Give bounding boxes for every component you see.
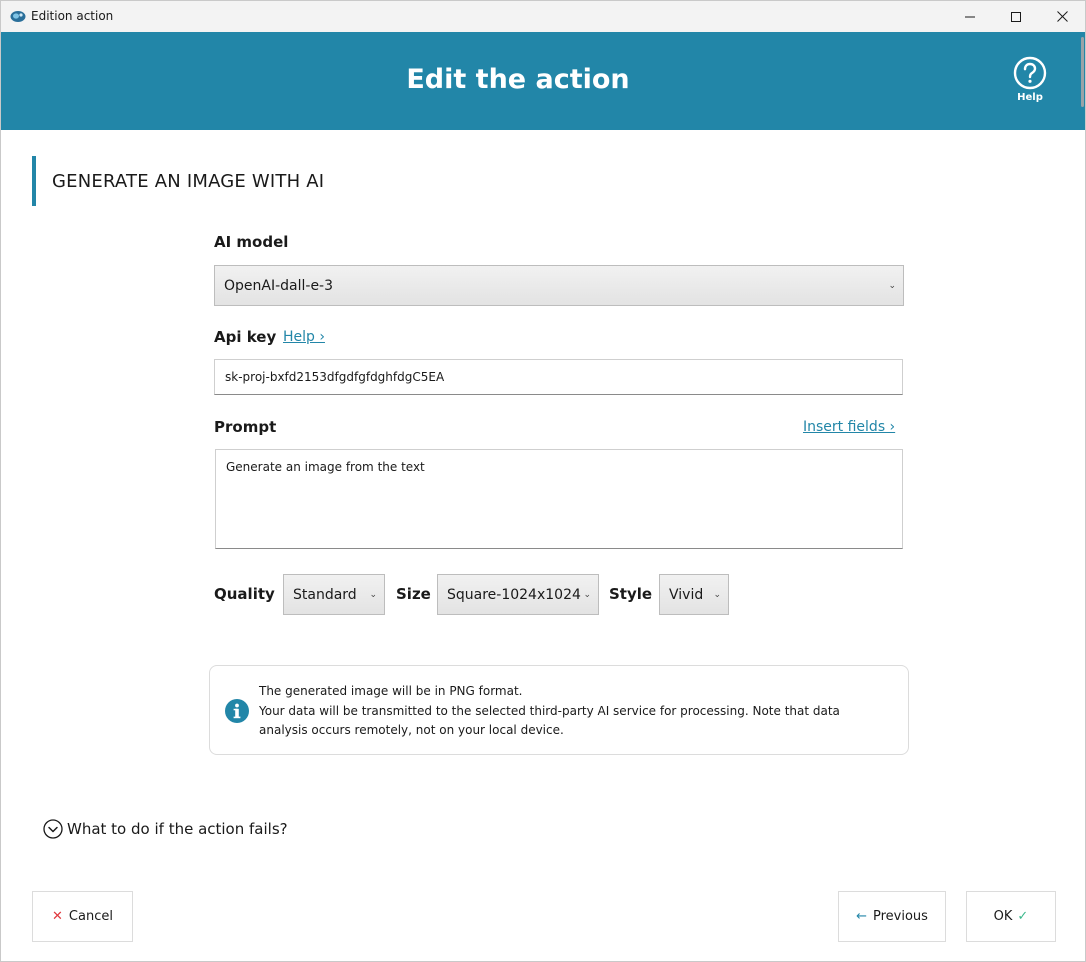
quality-value: Standard <box>293 586 357 603</box>
info-line-format: The generated image will be in PNG forma… <box>259 684 523 698</box>
app-logo-icon <box>10 11 26 22</box>
ai-model-label: AI model <box>214 233 289 251</box>
style-select[interactable]: Vivid ⌄ <box>659 574 729 615</box>
api-key-input[interactable]: sk-proj-bxfd2153dfgdfgfdghfdgC5EA <box>214 359 903 395</box>
help-button-label: Help <box>1017 92 1043 103</box>
page-title: Edit the action <box>406 64 630 95</box>
chevron-down-icon: ⌄ <box>713 589 721 600</box>
action-fails-label: What to do if the action fails? <box>67 820 288 838</box>
prompt-textarea[interactable]: Generate an image from the text <box>215 449 903 549</box>
close-button[interactable] <box>1039 1 1085 32</box>
ai-model-value: OpenAI-dall-e-3 <box>224 277 334 294</box>
api-key-help-link[interactable]: Help › <box>283 329 325 345</box>
insert-fields-link[interactable]: Insert fields › <box>803 419 895 435</box>
previous-button-label: Previous <box>872 909 928 924</box>
minimize-button[interactable] <box>947 1 993 32</box>
section-title: GENERATE AN IMAGE WITH AI <box>52 171 325 192</box>
size-label: Size <box>396 585 431 603</box>
cancel-button[interactable]: ✕ Cancel <box>32 891 133 942</box>
chevron-down-icon: ⌄ <box>583 589 591 600</box>
close-icon: ✕ <box>52 909 63 924</box>
style-label: Style <box>609 585 653 603</box>
close-icon <box>1056 11 1068 22</box>
ok-button[interactable]: OK ✓ <box>966 891 1056 942</box>
ai-model-select[interactable]: OpenAI-dall-e-3 ⌄ <box>214 265 904 306</box>
size-value: Square-1024x1024 <box>447 586 581 603</box>
info-icon <box>225 699 249 723</box>
prompt-label: Prompt <box>214 418 277 436</box>
section-accent-bar <box>32 156 36 206</box>
chevron-down-icon: ⌄ <box>369 589 377 600</box>
previous-button[interactable]: ← Previous <box>838 891 946 942</box>
check-icon: ✓ <box>1017 909 1029 924</box>
title-bar: Edition action <box>1 1 1085 32</box>
cancel-button-label: Cancel <box>68 909 113 924</box>
minimize-icon <box>965 16 975 17</box>
edition-action-window: Edition action Edit the action Help GENE… <box>0 0 1086 962</box>
api-key-label: Api key <box>214 328 277 346</box>
window-title: Edition action <box>31 9 114 23</box>
question-mark-icon <box>1013 56 1047 90</box>
maximize-button[interactable] <box>993 1 1039 32</box>
info-notice: The generated image will be in PNG forma… <box>209 665 909 755</box>
info-line-privacy: Your data will be transmitted to the sel… <box>259 703 840 738</box>
help-button[interactable]: Help <box>1009 56 1051 108</box>
maximize-icon <box>1011 11 1021 22</box>
quality-label: Quality <box>214 585 275 603</box>
scrollbar-thumb[interactable] <box>1081 37 1084 107</box>
chevron-down-icon: ⌄ <box>888 280 896 291</box>
info-text: The generated image will be in PNG forma… <box>259 682 869 741</box>
style-value: Vivid <box>669 586 704 603</box>
page-header: Edit the action Help <box>1 32 1085 130</box>
size-select[interactable]: Square-1024x1024 ⌄ <box>437 574 599 615</box>
ok-button-label: OK <box>993 909 1013 924</box>
action-fails-expander[interactable]: What to do if the action fails? <box>43 819 288 839</box>
chevron-down-circle-icon <box>43 819 63 839</box>
arrow-left-icon: ← <box>856 909 867 924</box>
quality-select[interactable]: Standard ⌄ <box>283 574 385 615</box>
